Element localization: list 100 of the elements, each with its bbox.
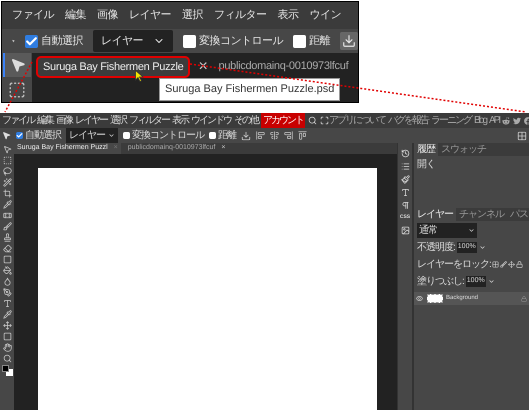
droplet-icon[interactable] xyxy=(2,277,12,286)
marquee-tool-icon[interactable] xyxy=(8,81,26,99)
menu-item[interactable]: レイヤー xyxy=(75,113,107,128)
crop-icon[interactable] xyxy=(2,189,12,198)
header-link[interactable]: Blog xyxy=(474,113,486,128)
grid-icon[interactable] xyxy=(517,130,527,140)
lock-label: レイヤーをロック: xyxy=(417,258,491,272)
align-icon[interactable] xyxy=(256,131,265,140)
menu-item[interactable]: レイヤー xyxy=(129,7,171,24)
download-icon[interactable] xyxy=(241,130,251,140)
account-button[interactable]: アカウント xyxy=(261,113,305,128)
checkbox-label: 変換コントロール xyxy=(199,34,283,49)
lock-brush-icon[interactable] xyxy=(500,261,507,268)
menu-item[interactable]: ファイル xyxy=(2,113,34,128)
history-icon[interactable] xyxy=(400,149,410,158)
checkbox[interactable] xyxy=(293,34,306,48)
fill-label: 塗りつぶし: xyxy=(417,275,464,289)
download-button[interactable] xyxy=(340,32,358,50)
menu-item[interactable]: フィルター xyxy=(129,113,169,128)
header-link[interactable]: API xyxy=(489,113,500,128)
checkbox-label: 距離 xyxy=(218,129,236,143)
chevron-icon xyxy=(468,227,475,234)
header-link[interactable]: アプリについて xyxy=(329,113,385,128)
layer-dropdown[interactable]: レイヤー xyxy=(66,128,118,143)
layer-dropdown[interactable]: レイヤー xyxy=(93,30,173,52)
menu-item[interactable]: 編集 xyxy=(65,7,86,24)
path-select-icon[interactable] xyxy=(2,321,12,330)
checkbox[interactable] xyxy=(16,132,23,139)
align-icon[interactable] xyxy=(298,131,307,140)
tooltip: Suruga Bay Fishermen Puzzle.psd xyxy=(159,78,340,100)
eyedropper-icon[interactable] xyxy=(2,310,12,319)
checkbox[interactable] xyxy=(209,132,216,139)
reddit-icon[interactable] xyxy=(502,116,510,124)
text-tool-icon[interactable] xyxy=(2,299,12,308)
tab[interactable]: レイヤー xyxy=(414,208,456,221)
paint-bucket-icon[interactable] xyxy=(2,266,12,275)
menu-item[interactable]: 編集 xyxy=(37,113,53,128)
hand-icon[interactable] xyxy=(2,343,12,352)
checkbox[interactable] xyxy=(123,132,130,139)
checkbox-label: 変換コントロール xyxy=(132,128,204,143)
search-icon[interactable] xyxy=(308,116,317,125)
checkbox[interactable] xyxy=(25,34,38,48)
header-link[interactable]: ラーニング xyxy=(431,113,471,128)
zoom-icon[interactable] xyxy=(2,354,12,363)
check-icon xyxy=(16,132,23,139)
menu-item[interactable]: 画像 xyxy=(56,113,72,128)
tab[interactable]: スウォッチ xyxy=(438,143,489,156)
brush-icon[interactable] xyxy=(400,175,410,184)
align-icon[interactable] xyxy=(284,131,293,140)
document-tab[interactable]: Suruga Bay Fishermen Puzzle xyxy=(36,56,190,78)
rectangle-icon[interactable] xyxy=(2,332,12,341)
blend-mode-dropdown[interactable]: 通常 xyxy=(417,223,477,238)
stamp-icon[interactable] xyxy=(2,233,12,242)
lasso-icon[interactable] xyxy=(2,167,12,176)
tab[interactable]: パス xyxy=(507,208,529,221)
menu-item[interactable]: 表示 xyxy=(172,113,188,128)
fullscreen-icon[interactable] xyxy=(320,116,329,125)
checkbox-label: 距離 xyxy=(309,34,330,49)
color-swatches-icon[interactable] xyxy=(2,365,12,376)
menu-item[interactable]: フィルター xyxy=(214,7,266,24)
marquee-tool-icon[interactable] xyxy=(2,156,12,165)
menu-item[interactable]: ウイン xyxy=(310,7,341,24)
checkbox[interactable] xyxy=(183,34,196,48)
opacity-label: 不透明度: xyxy=(417,240,455,255)
move-tool-button[interactable] xyxy=(3,53,31,77)
image-icon[interactable] xyxy=(400,226,410,234)
cursor-icon xyxy=(135,70,144,82)
menu-item[interactable]: ウインドウ xyxy=(191,113,231,128)
history-item[interactable]: 開く xyxy=(417,157,526,172)
lock-move-icon[interactable] xyxy=(508,261,515,268)
layer-thumbnail xyxy=(427,294,443,303)
eye-icon[interactable] xyxy=(416,295,423,302)
wand-icon[interactable] xyxy=(2,178,12,187)
menu-item[interactable]: ファイル xyxy=(12,7,54,24)
lock-pixels-icon[interactable] xyxy=(492,261,499,268)
eraser-icon[interactable] xyxy=(2,244,12,253)
twitter-icon[interactable] xyxy=(513,116,522,124)
chevron-icon[interactable] xyxy=(478,244,486,251)
paragraph-icon[interactable] xyxy=(400,201,410,210)
tab[interactable]: 履歴 xyxy=(414,143,438,156)
list-icon[interactable] xyxy=(400,162,410,171)
tab[interactable]: チャンネル xyxy=(456,208,507,221)
menu-item[interactable]: その他 xyxy=(234,113,258,128)
menu-item[interactable]: 表示 xyxy=(278,7,298,24)
checkbox-label: 自動選択 xyxy=(25,129,61,143)
checkbox-label: 自動選択 xyxy=(41,34,83,49)
text-icon[interactable] xyxy=(400,188,410,197)
menu-item[interactable]: 画像 xyxy=(97,7,118,24)
pen-icon[interactable] xyxy=(2,288,12,297)
brush-icon[interactable] xyxy=(2,222,12,231)
menu-item[interactable]: 選択 xyxy=(182,7,203,24)
chevron-icon[interactable] xyxy=(488,278,495,285)
eyedropper-icon[interactable] xyxy=(2,200,12,209)
align-icon[interactable] xyxy=(270,131,279,140)
document-tab[interactable]: publicdomainq-0010973lfcuf xyxy=(214,55,354,77)
lock-icon[interactable] xyxy=(516,261,523,268)
header-link[interactable]: バグを報告 xyxy=(388,113,428,128)
menu-item[interactable]: 選択 xyxy=(110,113,126,128)
leader-line xyxy=(4,62,33,112)
bandage-icon[interactable] xyxy=(2,211,12,220)
